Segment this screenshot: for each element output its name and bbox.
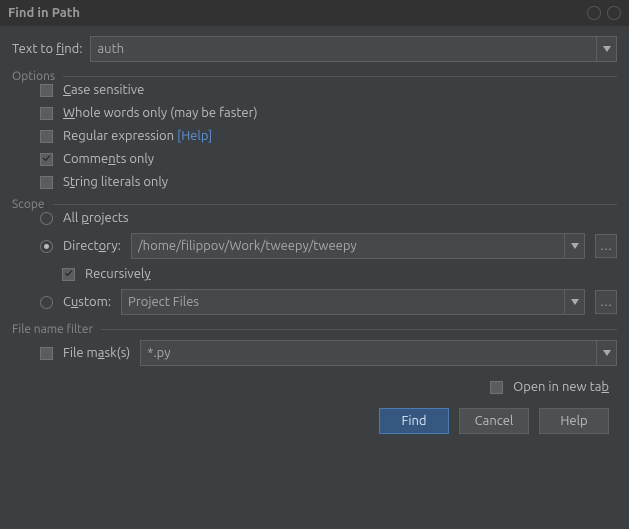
text-to-find-dropdown[interactable]	[596, 37, 616, 61]
custom-label: Custom:	[63, 295, 111, 309]
chevron-down-icon	[603, 350, 611, 356]
custom-radio[interactable]	[40, 296, 53, 309]
comments-label: Comments only	[63, 152, 154, 166]
directory-option[interactable]: Directory: …	[40, 233, 617, 259]
options-group: Case sensitive Whole words only (may be …	[12, 83, 617, 189]
text-to-find-combo[interactable]	[90, 36, 617, 62]
custom-browse-button[interactable]: …	[595, 290, 617, 314]
open-tab-label: Open in new tab	[513, 380, 609, 394]
case-sensitive-option[interactable]: Case sensitive	[40, 83, 617, 97]
all-projects-option[interactable]: All projects	[40, 211, 617, 225]
scope-group: All projects Directory: … Recursively Cu…	[12, 211, 617, 315]
strings-checkbox[interactable]	[40, 176, 53, 189]
case-checkbox[interactable]	[40, 84, 53, 97]
file-mask-option[interactable]: File mask(s)	[12, 340, 617, 366]
options-separator	[63, 76, 617, 77]
open-new-tab-option[interactable]: Open in new tab	[12, 380, 617, 394]
text-to-find-row: Text to find:	[12, 36, 617, 62]
strings-label: String literals only	[63, 175, 168, 189]
custom-option[interactable]: Custom: …	[40, 289, 617, 315]
button-row: Find Cancel Help	[12, 394, 617, 434]
file-mask-dropdown[interactable]	[596, 341, 616, 365]
case-label: Case sensitive	[63, 83, 144, 97]
open-tab-checkbox[interactable]	[490, 381, 503, 394]
directory-label: Directory:	[63, 239, 121, 253]
text-to-find-input[interactable]	[91, 42, 596, 56]
whole-label: Whole words only (may be faster)	[63, 106, 258, 120]
close-icon[interactable]	[607, 6, 621, 20]
custom-dropdown[interactable]	[564, 290, 584, 314]
file-mask-checkbox[interactable]	[40, 347, 53, 360]
recursively-checkbox[interactable]	[62, 268, 75, 281]
directory-radio[interactable]	[40, 240, 53, 253]
comments-checkbox[interactable]	[40, 153, 53, 166]
chevron-down-icon	[571, 243, 579, 249]
file-mask-input[interactable]	[141, 346, 596, 360]
titlebar: Find in Path	[0, 0, 629, 26]
chevron-down-icon	[571, 299, 579, 305]
scope-section: Scope	[12, 198, 617, 211]
dialog-body: Text to find: Options Case sensitive Who…	[0, 26, 629, 444]
window-controls	[587, 6, 621, 20]
regex-help-link[interactable]: [Help]	[177, 129, 212, 143]
help-button[interactable]: Help	[539, 408, 609, 434]
options-label: Options	[12, 70, 55, 83]
whole-checkbox[interactable]	[40, 107, 53, 120]
all-projects-label: All projects	[63, 211, 129, 225]
all-projects-radio[interactable]	[40, 212, 53, 225]
filter-label: File name filter	[12, 323, 93, 336]
scope-separator	[53, 204, 618, 205]
custom-input[interactable]	[122, 295, 564, 309]
filter-separator	[101, 329, 617, 330]
minimize-icon[interactable]	[587, 6, 601, 20]
filter-section: File name filter	[12, 323, 617, 336]
comments-only-option[interactable]: Comments only	[40, 152, 617, 166]
strings-only-option[interactable]: String literals only	[40, 175, 617, 189]
file-mask-combo[interactable]	[140, 340, 617, 366]
directory-input[interactable]	[132, 239, 564, 253]
directory-combo[interactable]	[131, 233, 585, 259]
regex-option[interactable]: Regular expression [Help]	[40, 129, 617, 143]
cancel-button[interactable]: Cancel	[459, 408, 529, 434]
whole-words-option[interactable]: Whole words only (may be faster)	[40, 106, 617, 120]
directory-dropdown[interactable]	[564, 234, 584, 258]
recursively-option[interactable]: Recursively	[62, 267, 617, 281]
custom-combo[interactable]	[121, 289, 585, 315]
regex-label: Regular expression [Help]	[63, 129, 212, 143]
text-to-find-label: Text to find:	[12, 42, 82, 56]
scope-label: Scope	[12, 198, 45, 211]
window-title: Find in Path	[8, 6, 80, 20]
chevron-down-icon	[603, 46, 611, 52]
directory-browse-button[interactable]: …	[595, 234, 617, 258]
regex-checkbox[interactable]	[40, 130, 53, 143]
recursively-label: Recursively	[85, 267, 151, 281]
find-button[interactable]: Find	[379, 408, 449, 434]
file-mask-label: File mask(s)	[63, 346, 130, 360]
options-section: Options	[12, 70, 617, 83]
